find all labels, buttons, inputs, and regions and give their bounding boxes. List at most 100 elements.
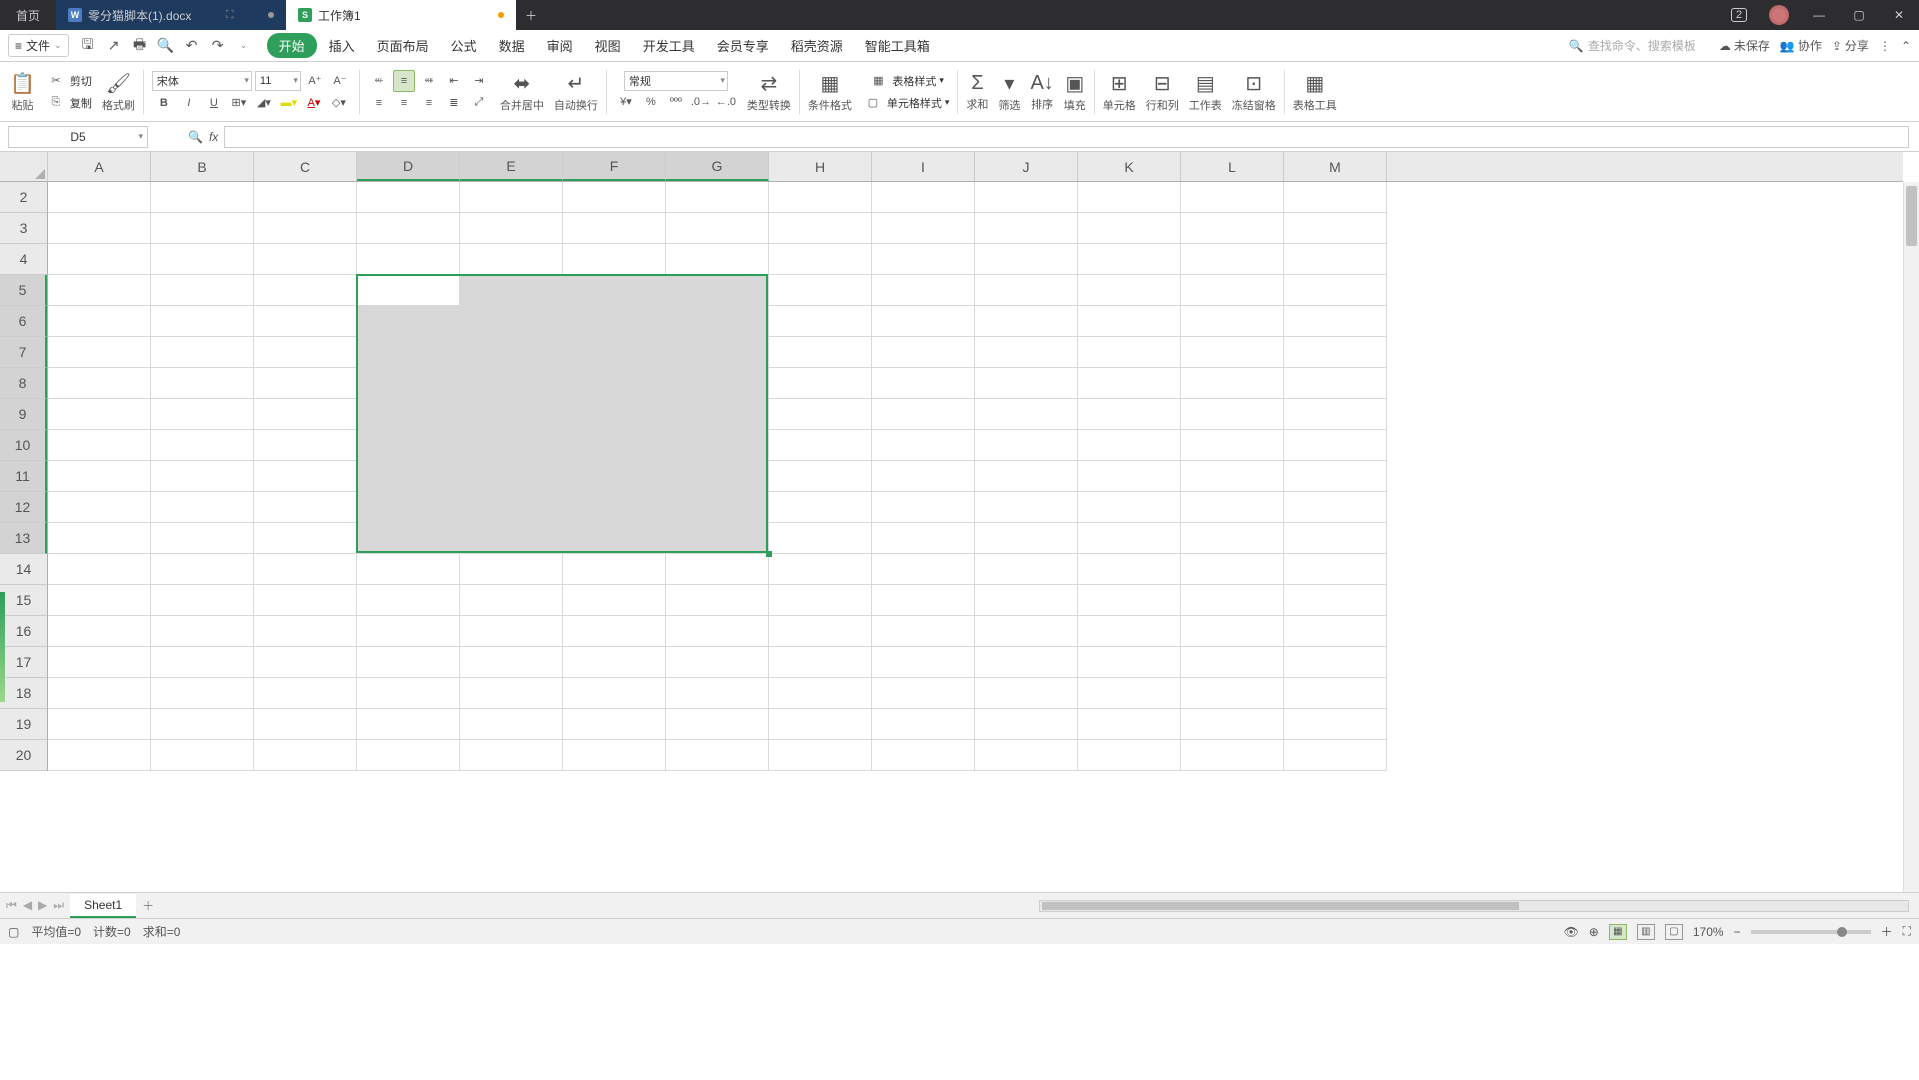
cell-M11[interactable] bbox=[1284, 461, 1387, 492]
cell-A18[interactable] bbox=[48, 678, 151, 709]
view-break-button[interactable]: ▢ bbox=[1665, 924, 1683, 940]
cell-M8[interactable] bbox=[1284, 368, 1387, 399]
share-button[interactable]: ⇪分享 bbox=[1832, 37, 1869, 54]
cell-C16[interactable] bbox=[254, 616, 357, 647]
col-header-D[interactable]: D bbox=[357, 152, 460, 181]
cell-L8[interactable] bbox=[1181, 368, 1284, 399]
cell-A17[interactable] bbox=[48, 647, 151, 678]
cell-K9[interactable] bbox=[1078, 399, 1181, 430]
formula-input[interactable] bbox=[224, 126, 1909, 148]
col-header-A[interactable]: A bbox=[48, 152, 151, 181]
cell-E13[interactable] bbox=[460, 523, 563, 554]
cell-F4[interactable] bbox=[563, 244, 666, 275]
cell-I12[interactable] bbox=[872, 492, 975, 523]
cell-K17[interactable] bbox=[1078, 647, 1181, 678]
cell-D5[interactable] bbox=[357, 275, 460, 306]
cell-A20[interactable] bbox=[48, 740, 151, 771]
vertical-scrollbar[interactable] bbox=[1903, 182, 1919, 892]
cell-A5[interactable] bbox=[48, 275, 151, 306]
cell-G15[interactable] bbox=[666, 585, 769, 616]
cell-J15[interactable] bbox=[975, 585, 1078, 616]
cell-M12[interactable] bbox=[1284, 492, 1387, 523]
col-header-L[interactable]: L bbox=[1181, 152, 1284, 181]
cell-K14[interactable] bbox=[1078, 554, 1181, 585]
cell-H2[interactable] bbox=[769, 182, 872, 213]
row-header-13[interactable]: 13 bbox=[0, 523, 47, 554]
tab-member[interactable]: 会员专享 bbox=[707, 32, 779, 59]
unsaved-indicator[interactable]: ☁未保存 bbox=[1719, 37, 1770, 54]
cell-A3[interactable] bbox=[48, 213, 151, 244]
cell-C9[interactable] bbox=[254, 399, 357, 430]
cells-group[interactable]: ⊞单元格 bbox=[1099, 64, 1140, 120]
cell-F5[interactable] bbox=[563, 275, 666, 306]
col-header-M[interactable]: M bbox=[1284, 152, 1387, 181]
cell-I9[interactable] bbox=[872, 399, 975, 430]
border-button[interactable]: ⊞▾ bbox=[228, 92, 250, 114]
col-header-J[interactable]: J bbox=[975, 152, 1078, 181]
cell-K20[interactable] bbox=[1078, 740, 1181, 771]
tab-add[interactable]: ＋ bbox=[516, 0, 546, 30]
cell-I3[interactable] bbox=[872, 213, 975, 244]
cell-F10[interactable] bbox=[563, 430, 666, 461]
view-page-button[interactable]: ▥ bbox=[1637, 924, 1655, 940]
tab-docx[interactable]: W 零分猫脚本(1).docx ⛶ bbox=[56, 0, 286, 30]
cell-A2[interactable] bbox=[48, 182, 151, 213]
cell-J20[interactable] bbox=[975, 740, 1078, 771]
tab-data[interactable]: 数据 bbox=[489, 32, 535, 59]
cell-H9[interactable] bbox=[769, 399, 872, 430]
view-normal-button[interactable]: ▦ bbox=[1609, 924, 1627, 940]
cell-G17[interactable] bbox=[666, 647, 769, 678]
cell-C6[interactable] bbox=[254, 306, 357, 337]
cell-K16[interactable] bbox=[1078, 616, 1181, 647]
bold-button[interactable]: B bbox=[153, 92, 175, 114]
cell-F7[interactable] bbox=[563, 337, 666, 368]
cell-H20[interactable] bbox=[769, 740, 872, 771]
cell-F9[interactable] bbox=[563, 399, 666, 430]
horizontal-scrollbar[interactable] bbox=[1039, 900, 1909, 912]
font-name-combo[interactable]: 宋体 bbox=[152, 71, 252, 91]
cell-I6[interactable] bbox=[872, 306, 975, 337]
cell-B2[interactable] bbox=[151, 182, 254, 213]
window-maximize[interactable]: ▢ bbox=[1839, 0, 1879, 30]
cell-I17[interactable] bbox=[872, 647, 975, 678]
undo-icon[interactable]: ↶ bbox=[181, 35, 203, 57]
cell-F11[interactable] bbox=[563, 461, 666, 492]
cell-E10[interactable] bbox=[460, 430, 563, 461]
cell-H11[interactable] bbox=[769, 461, 872, 492]
sheet-next-icon[interactable]: ▶ bbox=[38, 898, 47, 913]
cell-E14[interactable] bbox=[460, 554, 563, 585]
cell-B5[interactable] bbox=[151, 275, 254, 306]
cell-D17[interactable] bbox=[357, 647, 460, 678]
cell-J14[interactable] bbox=[975, 554, 1078, 585]
increase-font-icon[interactable]: A⁺ bbox=[304, 70, 326, 92]
cell-I16[interactable] bbox=[872, 616, 975, 647]
tab-view[interactable]: 视图 bbox=[585, 32, 631, 59]
filter-group[interactable]: ▾筛选 bbox=[994, 64, 1024, 120]
cell-I10[interactable] bbox=[872, 430, 975, 461]
cell-L18[interactable] bbox=[1181, 678, 1284, 709]
cell-B18[interactable] bbox=[151, 678, 254, 709]
cell-F6[interactable] bbox=[563, 306, 666, 337]
col-header-K[interactable]: K bbox=[1078, 152, 1181, 181]
align-right-button[interactable]: ≡ bbox=[418, 92, 440, 114]
cell-G19[interactable] bbox=[666, 709, 769, 740]
cell-B6[interactable] bbox=[151, 306, 254, 337]
cell-M20[interactable] bbox=[1284, 740, 1387, 771]
clear-format-button[interactable]: ◇▾ bbox=[328, 92, 350, 114]
cell-D7[interactable] bbox=[357, 337, 460, 368]
cell-F13[interactable] bbox=[563, 523, 666, 554]
row-header-6[interactable]: 6 bbox=[0, 306, 47, 337]
cell-D20[interactable] bbox=[357, 740, 460, 771]
cell-F18[interactable] bbox=[563, 678, 666, 709]
font-size-combo[interactable]: 11 bbox=[255, 71, 301, 91]
cell-L14[interactable] bbox=[1181, 554, 1284, 585]
cell-B15[interactable] bbox=[151, 585, 254, 616]
sheet-add-button[interactable]: ＋ bbox=[136, 897, 160, 914]
cell-A16[interactable] bbox=[48, 616, 151, 647]
redo-icon[interactable]: ↷ bbox=[207, 35, 229, 57]
cell-C7[interactable] bbox=[254, 337, 357, 368]
col-header-E[interactable]: E bbox=[460, 152, 563, 181]
cell-G3[interactable] bbox=[666, 213, 769, 244]
copy-button[interactable]: ⎘ bbox=[45, 92, 67, 114]
cell-M9[interactable] bbox=[1284, 399, 1387, 430]
